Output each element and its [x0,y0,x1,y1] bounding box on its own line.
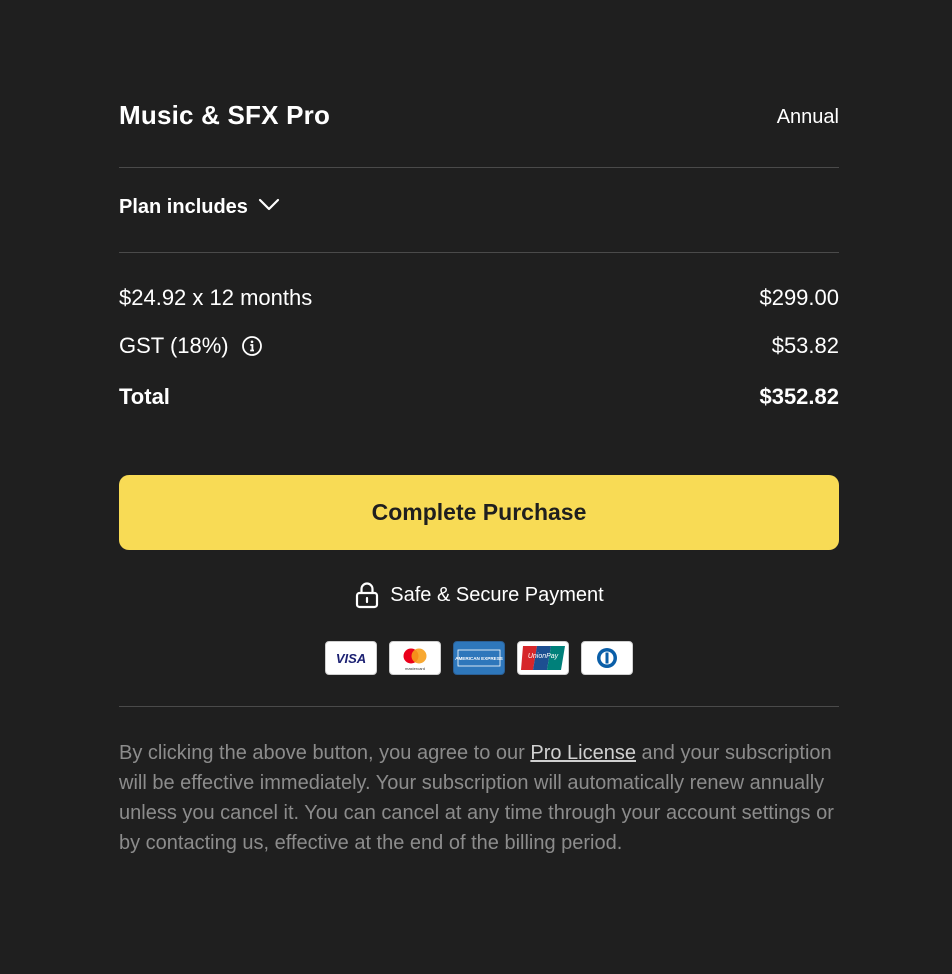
visa-logo-text: VISA [336,651,366,666]
chevron-down-icon [258,198,280,217]
diners-club-logo [581,641,633,675]
unionpay-logo-text: UnionPay [528,653,559,660]
lock-icon [354,581,380,609]
complete-purchase-button[interactable]: Complete Purchase [119,475,839,550]
total-label: Total [119,384,170,409]
secure-payment-label: Safe & Secure Payment [390,583,604,606]
plan-includes-label: Plan includes [119,196,248,218]
mastercard-logo: mastercard [389,641,441,675]
legal-text-before: By clicking the above button, you agree … [119,742,531,764]
tax-row: GST (18%) $53.82 [119,331,839,361]
total-row: Total $352.82 [119,382,839,412]
divider [119,167,839,168]
billing-period-label: Annual [776,106,839,128]
tax-label-group: GST (18%) [119,333,263,359]
subtotal-row: $24.92 x 12 months $299.00 [119,283,839,313]
divider [119,252,839,253]
pro-license-link[interactable]: Pro License [530,742,636,764]
unionpay-logo: UnionPay [517,641,569,675]
legal-notice: By clicking the above button, you agree … [119,738,839,858]
tax-value: $53.82 [771,333,839,358]
total-value: $352.82 [759,384,839,409]
plan-header: Music & SFX Pro Annual [119,94,839,138]
subtotal-label: $24.92 x 12 months [119,285,313,310]
tax-label: GST (18%) [119,333,229,358]
subtotal-value: $299.00 [759,285,839,310]
info-icon[interactable] [241,335,263,357]
american-express-logo: AMERICAN EXPRESS [453,641,505,675]
divider [119,706,839,707]
mastercard-logo-text: mastercard [405,666,425,671]
american-express-logo-text: AMERICAN EXPRESS [455,656,503,661]
plan-includes-toggle[interactable]: Plan includes [119,196,280,219]
payment-methods: VISA mastercard AMERICAN EXPRESS UnionPa… [119,641,839,675]
plan-name: Music & SFX Pro [119,100,331,130]
visa-logo: VISA [325,641,377,675]
secure-payment-note: Safe & Secure Payment [119,581,839,609]
